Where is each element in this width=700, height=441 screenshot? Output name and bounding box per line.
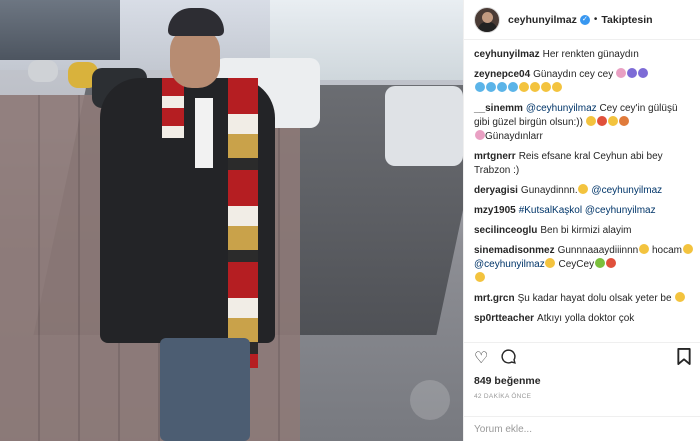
list-item: deryagisi Gunaydinnn. @ceyhunyilmaz (474, 184, 693, 198)
comment-username[interactable]: sinemadisonmez (474, 245, 555, 256)
emoji-icon (545, 258, 556, 268)
comment-mention[interactable]: @ceyhunyilmaz (474, 259, 545, 270)
emoji-icon (474, 82, 485, 92)
emoji-icon (507, 82, 518, 92)
emoji-icon (578, 184, 589, 194)
post-photo[interactable] (0, 0, 463, 441)
hat (168, 8, 224, 36)
watermark-logo (410, 380, 450, 420)
emoji-icon (518, 82, 529, 92)
comment-text: CeyCey (558, 259, 595, 270)
emoji-icon (474, 130, 485, 140)
comment-mention[interactable]: @ceyhunyilmaz (526, 103, 597, 114)
separator: • (593, 14, 598, 25)
comment-text: Ben bi kirmizi alayim (540, 225, 632, 236)
emoji-icon (540, 82, 551, 92)
face (170, 28, 220, 88)
comment-text: Her renkten günaydın (542, 49, 639, 60)
timestamp: 42 DAKİKA ÖNCE (474, 393, 532, 400)
post-actions: ♡ 849 beğenme 42 DAKİKA ÖNCE (464, 342, 700, 414)
list-item: mzy1905 #KutsalKaşkol @ceyhunyilmaz (474, 204, 693, 218)
emoji-icon (551, 82, 562, 92)
avatar[interactable] (474, 6, 500, 33)
white-car (385, 86, 463, 166)
comment-text: Atkıyı yolla doktor çok (537, 313, 635, 324)
comment-text: Günaydınlarr (485, 131, 543, 142)
bookmark-icon[interactable] (677, 347, 691, 371)
jeans (160, 338, 250, 441)
emoji-icon (474, 272, 485, 282)
list-item: __sinemm @ceyhunyilmaz Cey cey'in gülüşü … (474, 102, 693, 144)
post-sidebar: ceyhunyilmaz ✓ • Takiptesin ceyhunyilmaz… (463, 0, 700, 441)
emoji-icon (485, 82, 496, 92)
emoji-icon (529, 82, 540, 92)
comment-mention[interactable]: @ceyhunyilmaz (591, 185, 662, 196)
post-header: ceyhunyilmaz ✓ • Takiptesin (464, 0, 700, 40)
follow-state-button[interactable]: Takiptesin (601, 14, 652, 26)
shirt (195, 98, 213, 168)
list-item: sp0rtteacher Atkıyı yolla doktor çok (474, 312, 693, 326)
list-item: ceyhunyilmaz Her renkten günaydın (474, 48, 693, 62)
scarf (228, 78, 258, 368)
emoji-icon (616, 68, 627, 78)
emoji-icon (682, 244, 693, 254)
emoji-icon (638, 244, 649, 254)
comment-username[interactable]: mrtgnerr (474, 151, 516, 162)
comment-text: Gunnnaaaydiiinnn (557, 245, 639, 256)
list-item: sinemadisonmez Gunnnaaaydiiinnn hocam @ce… (474, 244, 693, 286)
comment-username[interactable]: ceyhunyilmaz (474, 49, 540, 60)
comment-username[interactable]: mrt.grcn (474, 293, 515, 304)
comments-list: ceyhunyilmaz Her renkten günaydın zeynepc… (464, 48, 700, 340)
emoji-icon (496, 82, 507, 92)
comment-text: Gunaydinnn. (520, 185, 578, 196)
heart-icon[interactable]: ♡ (474, 349, 488, 369)
header-username[interactable]: ceyhunyilmaz (508, 14, 577, 26)
list-item: mrt.grcn Şu kadar hayat dolu olsak yeter … (474, 292, 693, 306)
comment-mention[interactable]: @ceyhunyilmaz (585, 205, 656, 216)
emoji-icon (674, 292, 685, 302)
emoji-icon (605, 258, 616, 268)
list-item: mrtgnerr Reis efsane kral Ceyhun abi bey … (474, 150, 693, 178)
comment-username[interactable]: deryagisi (474, 185, 518, 196)
emoji-icon (608, 116, 619, 126)
comment-username[interactable]: secilinceoglu (474, 225, 537, 236)
emoji-icon (619, 116, 630, 126)
man-in-scarf (100, 8, 300, 441)
verified-badge: ✓ (579, 14, 590, 25)
comment-username[interactable]: mzy1905 (474, 205, 516, 216)
comment-text: hocam (652, 245, 683, 256)
comment-username[interactable]: zeynepce04 (474, 69, 530, 80)
action-icons: ♡ (474, 347, 691, 371)
emoji-icon (594, 258, 605, 268)
emoji-icon (597, 116, 608, 126)
comment-text: Şu kadar hayat dolu olsak yeter be (517, 293, 672, 304)
scarf (162, 78, 184, 138)
comment-icon[interactable] (500, 348, 517, 371)
comment-text: Günaydın cey cey (533, 69, 614, 80)
list-item: secilinceoglu Ben bi kirmizi alayim (474, 224, 693, 238)
comment-username[interactable]: __sinemm (474, 103, 523, 114)
add-comment-input[interactable]: Yorum ekle... (464, 416, 700, 441)
car (28, 60, 58, 82)
comment-hashtag[interactable]: #KutsalKaşkol (519, 205, 582, 216)
comment-username[interactable]: sp0rtteacher (474, 313, 534, 324)
like-count[interactable]: 849 beğenme (474, 375, 691, 387)
emoji-icon (586, 116, 597, 126)
check-icon: ✓ (581, 15, 588, 23)
emoji-icon (638, 68, 649, 78)
emoji-icon (627, 68, 638, 78)
list-item: zeynepce04 Günaydın cey cey (474, 68, 693, 96)
